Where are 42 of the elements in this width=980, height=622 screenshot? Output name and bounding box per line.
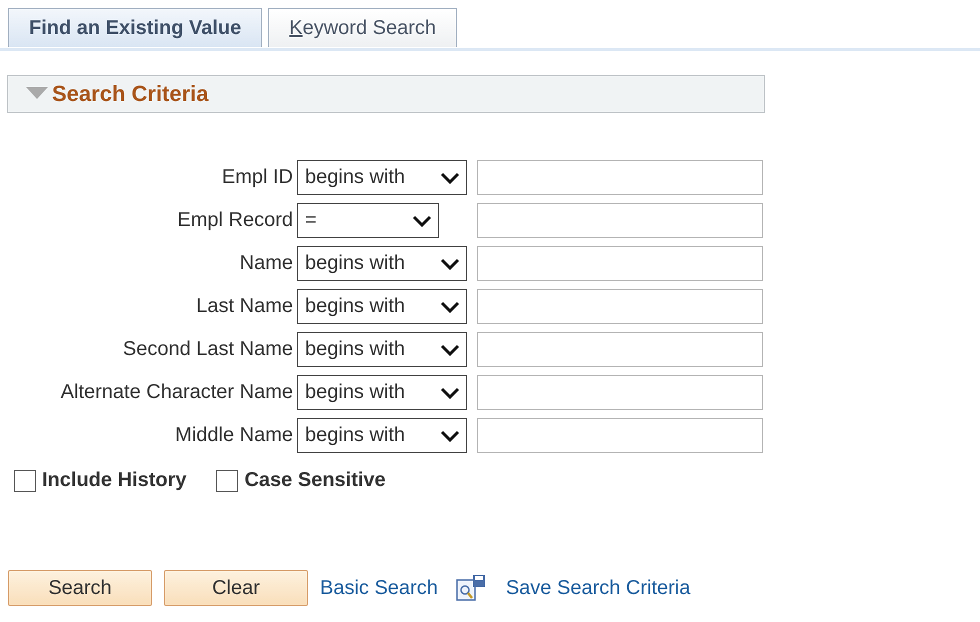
operator-dropdown[interactable]: begins with <box>297 332 467 367</box>
clear-button[interactable]: Clear <box>164 570 308 606</box>
input-field[interactable] <box>477 160 763 195</box>
input-field[interactable] <box>477 418 763 453</box>
operator-dropdown[interactable]: begins with <box>297 289 467 324</box>
input-field[interactable] <box>477 203 763 238</box>
section-header[interactable]: Search Criteria <box>7 75 765 113</box>
chevron-down-icon <box>440 300 460 312</box>
tab[interactable]: Find an Existing Value <box>8 8 262 47</box>
checkbox-label: Case Sensitive <box>244 469 386 492</box>
checkbox[interactable] <box>216 470 238 492</box>
operator-dropdown[interactable]: begins with <box>297 418 467 453</box>
search-button[interactable]: Search <box>8 570 152 606</box>
chevron-down-icon <box>412 214 432 226</box>
chevron-down-icon <box>440 430 460 442</box>
save-search-criteria-link[interactable]: Save Search Criteria <box>506 576 690 600</box>
input-field[interactable] <box>477 289 763 324</box>
basic-search-link[interactable]: Basic Search <box>320 576 438 600</box>
checkbox[interactable] <box>14 470 36 492</box>
chevron-down-icon <box>440 258 460 270</box>
checkbox-label: Include History <box>42 469 186 492</box>
field-label: Last Name <box>195 295 293 318</box>
triangle-icon <box>26 87 48 101</box>
field-label: Name <box>238 252 293 275</box>
operator-dropdown[interactable]: begins with <box>297 160 467 195</box>
field-label: Middle Name <box>174 424 293 447</box>
input-field[interactable] <box>477 332 763 367</box>
field-label: Alternate Character Name <box>60 381 293 404</box>
section-title: Search Criteria <box>52 81 209 107</box>
input-field[interactable] <box>477 246 763 281</box>
input-field[interactable] <box>477 375 763 410</box>
operator-dropdown[interactable]: begins with <box>297 375 467 410</box>
chevron-down-icon <box>440 172 460 184</box>
field-label: Empl Record <box>176 209 293 232</box>
field-label: Second Last Name <box>122 338 293 361</box>
chevron-down-icon <box>440 344 460 356</box>
field-label: Empl ID <box>220 166 293 189</box>
chevron-down-icon <box>440 386 460 398</box>
tab[interactable]: Keyword Search <box>268 8 458 47</box>
save-search-icon[interactable] <box>456 574 486 602</box>
operator-dropdown[interactable]: = <box>297 203 439 238</box>
operator-dropdown[interactable]: begins with <box>297 246 467 281</box>
